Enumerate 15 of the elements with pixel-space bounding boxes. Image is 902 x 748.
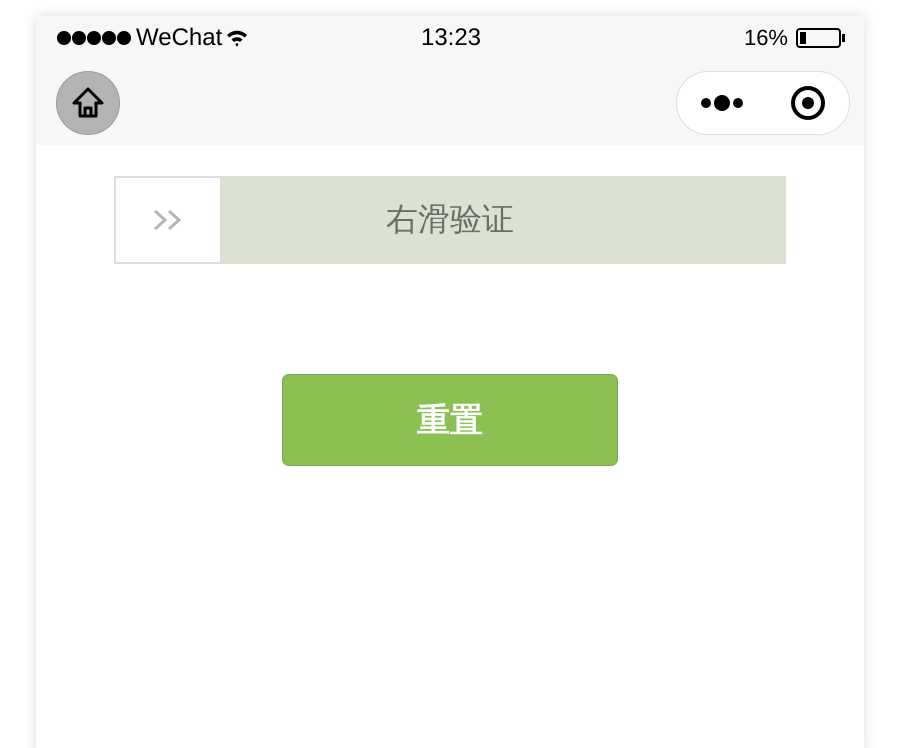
- clock-time: 13:23: [420, 24, 482, 52]
- signal-icon: [56, 30, 132, 46]
- carrier-name: WeChat: [136, 24, 222, 52]
- home-icon: [71, 86, 105, 120]
- battery-icon: [796, 28, 846, 48]
- reset-button[interactable]: 重置: [282, 374, 618, 466]
- battery-percentage: 16%: [744, 25, 788, 51]
- more-icon: [700, 94, 744, 112]
- double-chevron-icon: [153, 209, 183, 231]
- target-icon: [790, 84, 826, 120]
- slider-label: 右滑验证: [386, 200, 514, 239]
- wifi-icon: [226, 29, 248, 47]
- slider-handle[interactable]: [114, 176, 222, 264]
- close-button[interactable]: [790, 84, 826, 120]
- more-button[interactable]: [700, 94, 744, 112]
